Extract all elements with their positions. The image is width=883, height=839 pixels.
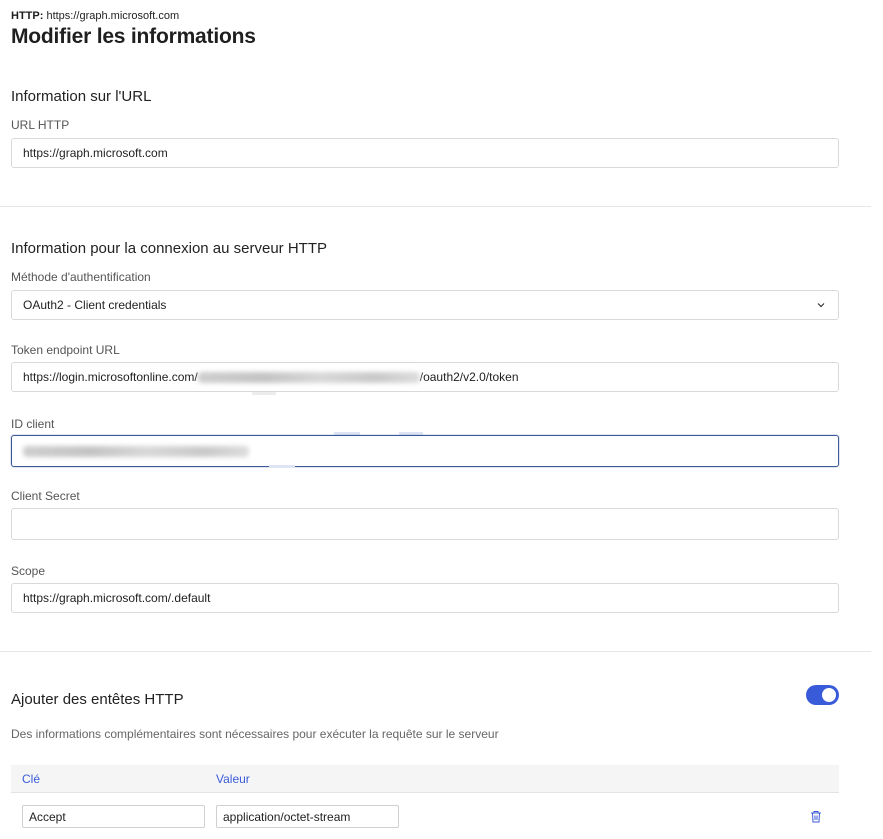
breadcrumb: HTTP: https://graph.microsoft.com bbox=[11, 10, 256, 22]
breadcrumb-prefix: HTTP: bbox=[11, 10, 44, 22]
breadcrumb-value: https://graph.microsoft.com bbox=[46, 10, 180, 22]
page-title: Modifier les informations bbox=[11, 25, 256, 48]
toggle-knob bbox=[822, 688, 836, 702]
header-key-input[interactable]: Accept bbox=[22, 805, 205, 828]
url-http-value: https://graph.microsoft.com bbox=[23, 146, 168, 160]
redacted-tenant-id bbox=[197, 371, 420, 383]
scope-label: Scope bbox=[11, 564, 46, 578]
column-header-key: Clé bbox=[22, 772, 41, 786]
url-http-label: URL HTTP bbox=[11, 118, 70, 132]
headers-description: Des informations complémentaires sont né… bbox=[11, 727, 499, 741]
client-secret-label: Client Secret bbox=[11, 489, 80, 503]
client-id-label: ID client bbox=[11, 417, 55, 431]
token-endpoint-prefix: https://login.microsoftonline.com/ bbox=[23, 370, 198, 384]
scope-input[interactable]: https://graph.microsoft.com/.default bbox=[11, 583, 839, 613]
header-value-input[interactable]: application/octet-stream bbox=[216, 805, 399, 828]
scope-value: https://graph.microsoft.com/.default bbox=[23, 591, 211, 605]
redaction-artifact bbox=[269, 465, 295, 468]
header-key-value: Accept bbox=[29, 809, 66, 824]
headers-section-title: Ajouter des entêtes HTTP bbox=[11, 691, 184, 708]
auth-method-value: OAuth2 - Client credentials bbox=[23, 298, 167, 312]
client-secret-input[interactable] bbox=[11, 508, 839, 540]
column-header-value: Valeur bbox=[216, 772, 250, 786]
headers-table-header: Clé Valeur bbox=[11, 765, 839, 793]
add-headers-toggle[interactable] bbox=[806, 685, 839, 705]
trash-icon[interactable] bbox=[810, 810, 822, 823]
token-endpoint-label: Token endpoint URL bbox=[11, 343, 120, 357]
redaction-artifact bbox=[252, 392, 276, 395]
url-section-title: Information sur l'URL bbox=[11, 88, 152, 105]
section-divider bbox=[0, 651, 871, 652]
token-endpoint-suffix: /oauth2/v2.0/token bbox=[419, 370, 519, 384]
token-endpoint-input[interactable]: https://login.microsoftonline.com/ /oaut… bbox=[11, 362, 839, 392]
header-value-value: application/octet-stream bbox=[223, 809, 351, 824]
connection-section-title: Information pour la connexion au serveur… bbox=[11, 240, 327, 257]
chevron-down-icon bbox=[817, 303, 825, 308]
auth-method-select[interactable]: OAuth2 - Client credentials bbox=[11, 290, 839, 320]
url-http-input[interactable]: https://graph.microsoft.com bbox=[11, 138, 839, 168]
auth-method-label: Méthode d'authentification bbox=[11, 270, 151, 284]
client-id-input[interactable] bbox=[11, 435, 839, 467]
page-header: HTTP: https://graph.microsoft.com Modifi… bbox=[11, 10, 256, 49]
section-divider bbox=[0, 206, 871, 207]
redacted-client-id bbox=[23, 445, 249, 457]
